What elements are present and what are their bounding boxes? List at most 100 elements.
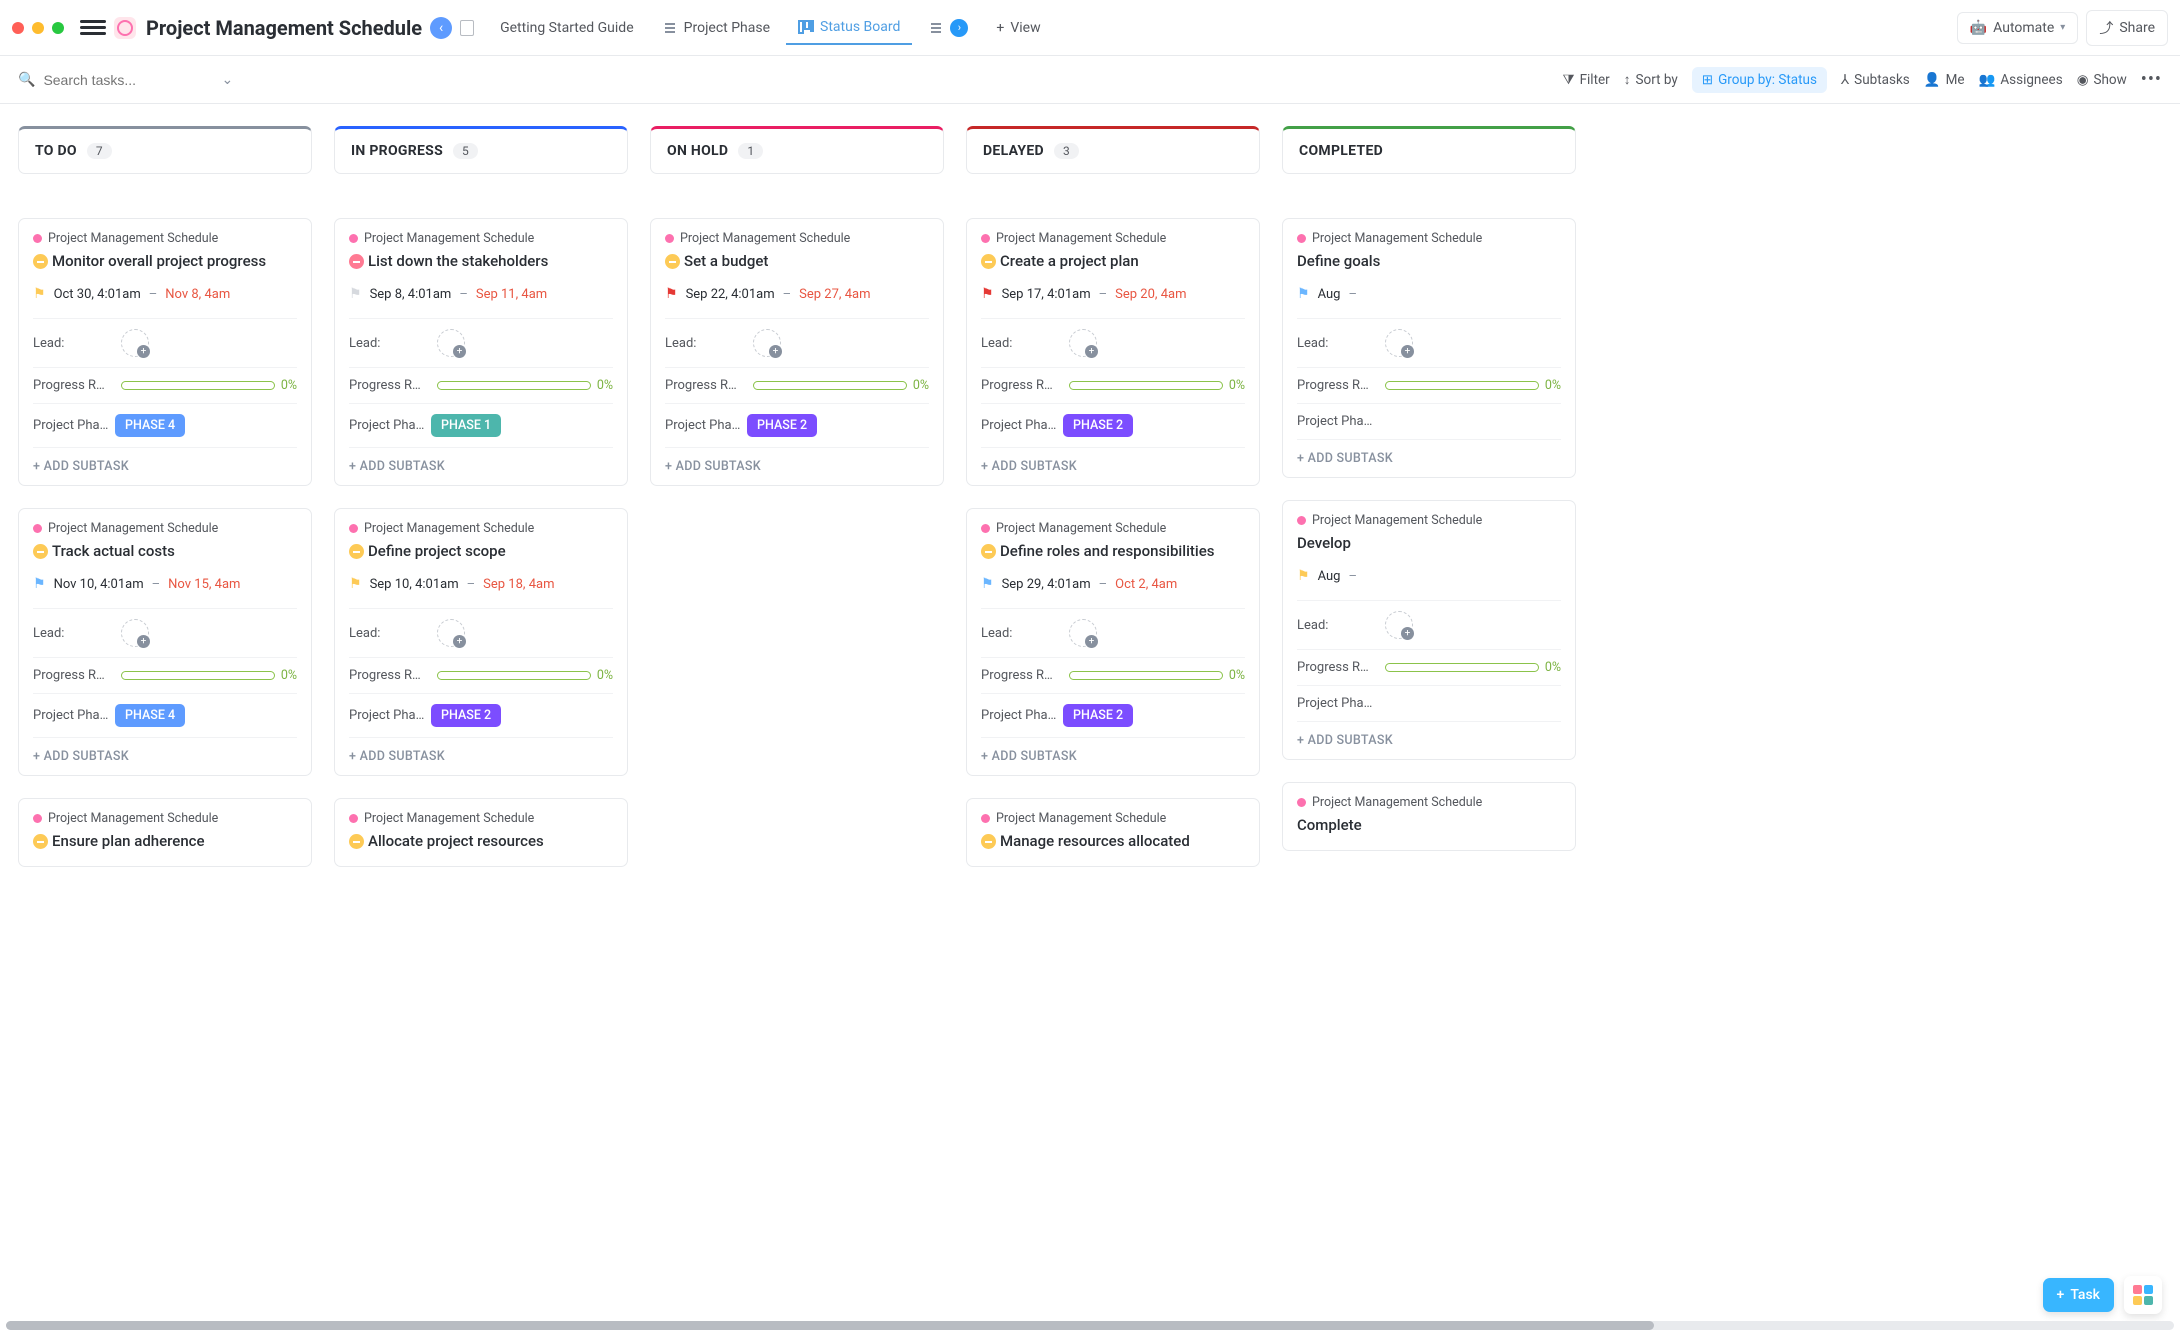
task-card[interactable]: Project Management ScheduleEnsure plan a…	[18, 798, 312, 867]
card-breadcrumb: Project Management Schedule	[981, 811, 1245, 826]
tab-add-view[interactable]: + View	[984, 12, 1052, 44]
tab-more[interactable]: ›	[916, 11, 980, 45]
add-subtask-button[interactable]: + ADD SUBTASK	[33, 447, 297, 485]
space-dot	[981, 814, 990, 823]
group-button[interactable]: ⊞Group by: Status	[1692, 67, 1827, 93]
progress-row: Progress R…0%	[981, 657, 1245, 693]
column-delayed: DELAYED3Project Management ScheduleCreat…	[966, 126, 1260, 867]
add-subtask-button[interactable]: + ADD SUBTASK	[1297, 721, 1561, 759]
assignees-button[interactable]: 👥Assignees	[1979, 72, 2063, 88]
status-dot	[349, 834, 364, 849]
nav-back-icon[interactable]: ‹	[430, 17, 452, 39]
add-subtask-button[interactable]: + ADD SUBTASK	[665, 447, 929, 485]
progress-bar[interactable]	[437, 671, 591, 680]
menu-icon[interactable]	[80, 15, 106, 41]
subtasks-button[interactable]: ⅄Subtasks	[1841, 72, 1910, 88]
chevron-down-icon[interactable]: ⌄	[221, 72, 233, 88]
add-subtask-button[interactable]: + ADD SUBTASK	[33, 737, 297, 775]
add-subtask-button[interactable]: + ADD SUBTASK	[981, 447, 1245, 485]
sort-button[interactable]: ↕Sort by	[1624, 72, 1678, 88]
progress-bar[interactable]	[121, 671, 275, 680]
task-card[interactable]: Project Management ScheduleManage resour…	[966, 798, 1260, 867]
show-button[interactable]: ◉Show	[2077, 72, 2127, 88]
phase-row: Project Pha…	[1297, 403, 1561, 439]
column-header[interactable]: TO DO7	[18, 126, 312, 174]
due-date: Sep 20, 4am	[1115, 287, 1186, 302]
space-dot	[349, 234, 358, 243]
card-title: Create a project plan	[981, 252, 1245, 270]
add-subtask-button[interactable]: + ADD SUBTASK	[981, 737, 1245, 775]
card-title: Complete	[1297, 816, 1561, 834]
space-dot	[33, 234, 42, 243]
horizontal-scrollbar[interactable]	[6, 1321, 2174, 1330]
search-input[interactable]	[43, 72, 213, 88]
tab-status-board[interactable]: Status Board	[786, 11, 912, 45]
apps-button[interactable]	[2124, 1276, 2162, 1314]
task-card[interactable]: Project Management ScheduleDefine goals⚑…	[1282, 218, 1576, 478]
tab-getting-started[interactable]: Getting Started Guide	[488, 12, 646, 44]
task-card[interactable]: Project Management ScheduleDevelop⚑Aug–L…	[1282, 500, 1576, 760]
new-task-button[interactable]: +Task	[2043, 1278, 2114, 1312]
cards-list: Project Management ScheduleDefine goals⚑…	[1282, 218, 1576, 851]
close-window[interactable]	[12, 22, 24, 34]
progress-bar[interactable]	[437, 381, 591, 390]
lead-row: Lead:	[1297, 600, 1561, 649]
me-button[interactable]: 👤Me	[1924, 72, 1965, 88]
user-icon: 👤	[1924, 72, 1941, 88]
progress-bar[interactable]	[753, 381, 907, 390]
task-card[interactable]: Project Management ScheduleDefine roles …	[966, 508, 1260, 776]
status-dot	[33, 254, 48, 269]
maximize-window[interactable]	[52, 22, 64, 34]
task-card[interactable]: Project Management ScheduleAllocate proj…	[334, 798, 628, 867]
task-card[interactable]: Project Management ScheduleComplete	[1282, 782, 1576, 851]
assignee-add[interactable]	[121, 329, 149, 357]
column-header[interactable]: IN PROGRESS5	[334, 126, 628, 174]
status-dot	[981, 834, 996, 849]
space-dot	[1297, 516, 1306, 525]
filter-button[interactable]: ⧩Filter	[1563, 72, 1610, 88]
view-tabs: Getting Started Guide Project Phase Stat…	[488, 11, 1053, 45]
minimize-window[interactable]	[32, 22, 44, 34]
progress-bar[interactable]	[1385, 381, 1539, 390]
card-breadcrumb: Project Management Schedule	[349, 811, 613, 826]
progress-bar[interactable]	[1385, 663, 1539, 672]
tab-project-phase[interactable]: Project Phase	[650, 12, 782, 44]
search-icon: 🔍	[18, 72, 35, 88]
task-card[interactable]: Project Management ScheduleMonitor overa…	[18, 218, 312, 486]
progress-bar[interactable]	[121, 381, 275, 390]
column-header[interactable]: DELAYED3	[966, 126, 1260, 174]
task-card[interactable]: Project Management ScheduleList down the…	[334, 218, 628, 486]
assignee-add[interactable]	[1069, 619, 1097, 647]
status-dot	[33, 544, 48, 559]
assignee-add[interactable]	[1069, 329, 1097, 357]
due-date: Sep 11, 4am	[476, 287, 547, 302]
add-subtask-button[interactable]: + ADD SUBTASK	[349, 737, 613, 775]
progress-bar[interactable]	[1069, 381, 1223, 390]
date-row: ⚑Sep 8, 4:01am–Sep 11, 4am	[349, 286, 613, 302]
progress-bar[interactable]	[1069, 671, 1223, 680]
phase-badge: PHASE 2	[1063, 414, 1133, 437]
assignee-add[interactable]	[121, 619, 149, 647]
page-title: Project Management Schedule	[146, 16, 422, 40]
assignee-add[interactable]	[437, 329, 465, 357]
start-date: Aug	[1318, 287, 1341, 302]
priority-flag: ⚑	[349, 286, 362, 302]
automate-button[interactable]: 🤖 Automate ▾	[1957, 12, 2079, 44]
assignee-add[interactable]	[753, 329, 781, 357]
task-card[interactable]: Project Management ScheduleSet a budget⚑…	[650, 218, 944, 486]
task-card[interactable]: Project Management ScheduleCreate a proj…	[966, 218, 1260, 486]
column-header[interactable]: ON HOLD1	[650, 126, 944, 174]
task-card[interactable]: Project Management ScheduleDefine projec…	[334, 508, 628, 776]
assignee-add[interactable]	[1385, 329, 1413, 357]
progress-value: 0%	[597, 378, 613, 393]
share-button[interactable]: ⤴ Share	[2086, 10, 2168, 46]
add-subtask-button[interactable]: + ADD SUBTASK	[1297, 439, 1561, 477]
assignee-add[interactable]	[1385, 611, 1413, 639]
add-subtask-button[interactable]: + ADD SUBTASK	[349, 447, 613, 485]
column-header[interactable]: COMPLETED	[1282, 126, 1576, 174]
cards-list: Project Management ScheduleList down the…	[334, 218, 628, 867]
task-card[interactable]: Project Management ScheduleTrack actual …	[18, 508, 312, 776]
phase-row: Project Pha…PHASE 2	[665, 403, 929, 447]
assignee-add[interactable]	[437, 619, 465, 647]
more-options[interactable]: •••	[2141, 69, 2162, 90]
